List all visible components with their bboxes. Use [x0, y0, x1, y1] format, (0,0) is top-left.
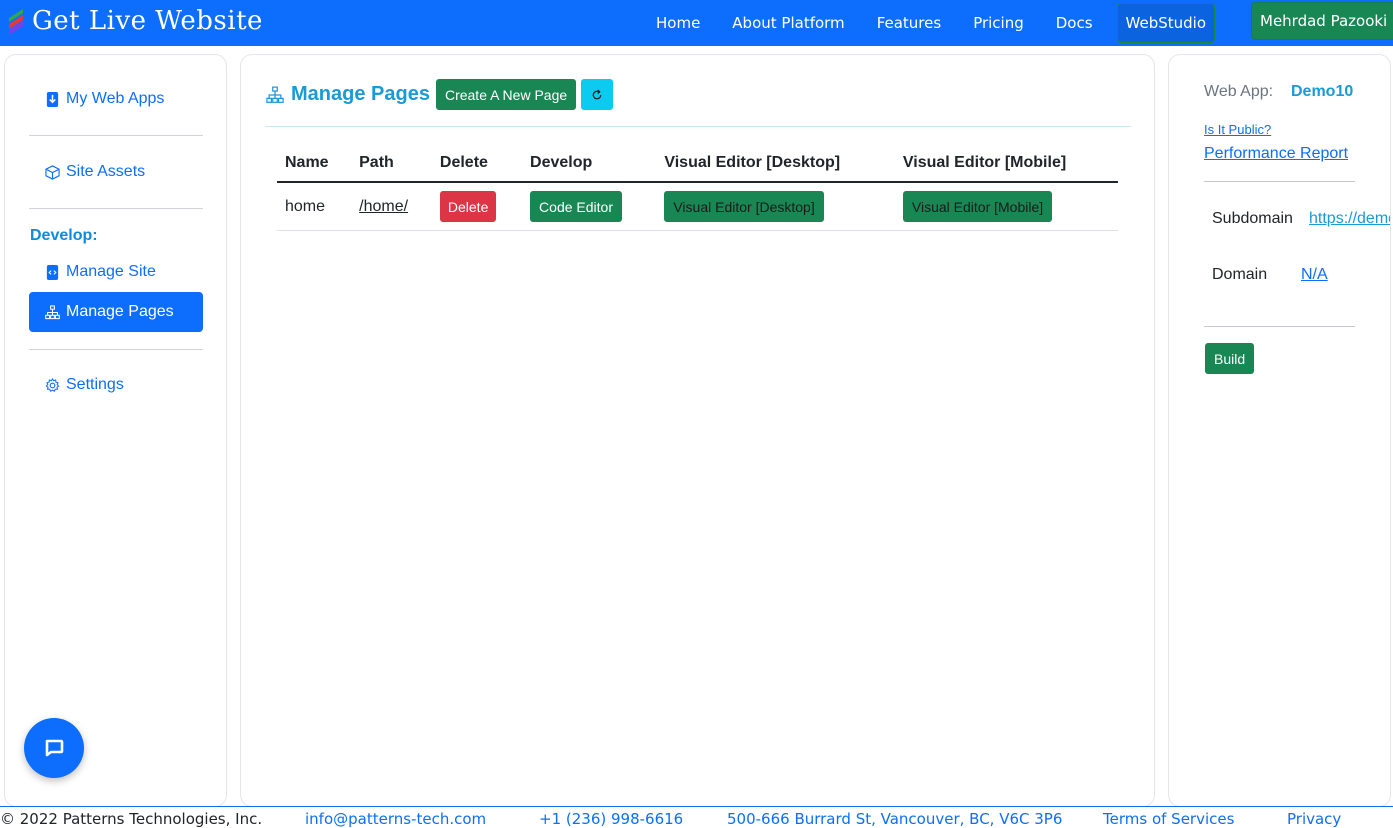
column-header-path: Path [351, 145, 432, 183]
domain-link[interactable]: N/A [1301, 266, 1328, 284]
nav-about-platform[interactable]: About Platform [716, 14, 860, 32]
sidebar-item-label: Settings [66, 376, 124, 393]
column-header-visual-desktop: Visual Editor [Desktop] [656, 145, 895, 183]
sidebar-divider [29, 349, 203, 350]
sitemap-icon [266, 86, 284, 103]
nav-home[interactable]: Home [640, 14, 716, 32]
chat-icon [45, 739, 64, 757]
nav-links: Home About Platform Features Pricing Doc… [640, 0, 1216, 46]
visual-editor-mobile-button[interactable]: Visual Editor [Mobile] [902, 191, 1053, 222]
box-icon [45, 164, 60, 180]
main-content: Manage Pages Create A New Page Name Path… [240, 54, 1155, 807]
details-divider [1204, 326, 1355, 327]
brand-logo-icon [9, 9, 23, 35]
column-header-name: Name [277, 145, 352, 183]
user-account-button[interactable]: Mehrdad Pazooki [1251, 2, 1393, 40]
sidebar-divider [29, 135, 203, 136]
pages-table: Name Path Delete Develop Visual Editor [… [277, 145, 1118, 231]
chat-launcher-button[interactable] [24, 718, 84, 778]
page-title: Manage Pages [291, 83, 430, 105]
nav-features[interactable]: Features [861, 14, 958, 32]
sidebar-item-label: Site Assets [66, 163, 146, 180]
page-path-cell: /home/ [351, 182, 432, 231]
page-path-link[interactable]: /home/ [359, 198, 408, 215]
column-header-develop: Develop [522, 145, 657, 183]
gear-icon [45, 377, 60, 392]
performance-report-link[interactable]: Performance Report [1204, 145, 1348, 163]
sidebar-heading-develop: Develop: [30, 227, 98, 244]
delete-cell: Delete [431, 182, 523, 231]
domain-label: Domain [1212, 266, 1268, 283]
brand[interactable]: Get Live Website [6, 6, 263, 36]
nav-webstudio[interactable]: WebStudio [1116, 3, 1216, 43]
code-editor-button[interactable]: Code Editor [530, 191, 622, 222]
sidebar-item-manage-site[interactable]: Manage Site [29, 252, 203, 292]
footer: © 2022 Patterns Technologies, Inc. info@… [0, 806, 1393, 828]
details-divider [1204, 181, 1355, 182]
mobile-editor-cell: Visual Editor [Mobile] [894, 182, 1118, 231]
footer-address-link[interactable]: 500-666 Burrard St, Vancouver, BC, V6C 3… [727, 810, 1062, 828]
footer-copyright: © 2022 Patterns Technologies, Inc. [0, 810, 263, 828]
footer-email-link[interactable]: info@patterns-tech.com [305, 810, 486, 828]
brand-name: Get Live Website [32, 6, 263, 36]
sidebar: My Web Apps Site Assets Develop: Manage … [4, 54, 227, 807]
table-row: home /home/ Delete Code Editor Visual Ed… [277, 182, 1118, 231]
column-header-delete: Delete [431, 145, 523, 183]
main-header: Manage Pages Create A New Page [265, 79, 614, 110]
sidebar-item-site-assets[interactable]: Site Assets [29, 152, 203, 192]
sidebar-item-manage-pages[interactable]: Manage Pages [29, 292, 203, 332]
file-download-icon [46, 91, 59, 107]
create-page-button[interactable]: Create A New Page [435, 79, 577, 110]
nav-docs[interactable]: Docs [1040, 14, 1109, 32]
footer-terms-link[interactable]: Terms of Services [1103, 810, 1234, 828]
sidebar-item-label: My Web Apps [66, 90, 165, 107]
delete-page-button[interactable]: Delete [439, 191, 497, 222]
sidebar-item-my-web-apps[interactable]: My Web Apps [29, 79, 203, 119]
page-name: home [277, 182, 352, 231]
sidebar-item-label: Manage Pages [66, 303, 174, 320]
table-header-row: Name Path Delete Develop Visual Editor [… [277, 145, 1118, 183]
subdomain-link[interactable]: https://demo [1309, 210, 1390, 228]
column-header-visual-mobile: Visual Editor [Mobile] [894, 145, 1118, 183]
footer-phone-link[interactable]: +1 (236) 998-6616 [539, 810, 683, 828]
sidebar-item-settings[interactable]: Settings [29, 365, 203, 405]
is-public-link[interactable]: Is It Public? [1204, 122, 1271, 137]
web-app-name: Demo10 [1291, 83, 1354, 100]
header-divider [265, 126, 1131, 127]
desktop-editor-cell: Visual Editor [Desktop] [656, 182, 895, 231]
file-code-icon [46, 264, 59, 280]
subdomain-label: Subdomain [1212, 210, 1293, 227]
sidebar-divider [29, 208, 203, 209]
web-app-label: Web App: [1204, 83, 1274, 100]
refresh-icon [592, 89, 602, 99]
nav-pricing[interactable]: Pricing [957, 14, 1040, 32]
develop-cell: Code Editor [522, 182, 657, 231]
footer-privacy-link[interactable]: Privacy [1287, 810, 1341, 828]
sitemap-icon [45, 304, 60, 319]
top-navbar: Get Live Website Home About Platform Fea… [0, 0, 1393, 46]
app-details-panel: Web App: Demo10 Is It Public? Performanc… [1168, 54, 1391, 807]
build-button[interactable]: Build [1205, 343, 1255, 374]
sidebar-item-label: Manage Site [66, 263, 156, 280]
visual-editor-desktop-button[interactable]: Visual Editor [Desktop] [664, 191, 824, 222]
refresh-button[interactable] [581, 79, 614, 110]
